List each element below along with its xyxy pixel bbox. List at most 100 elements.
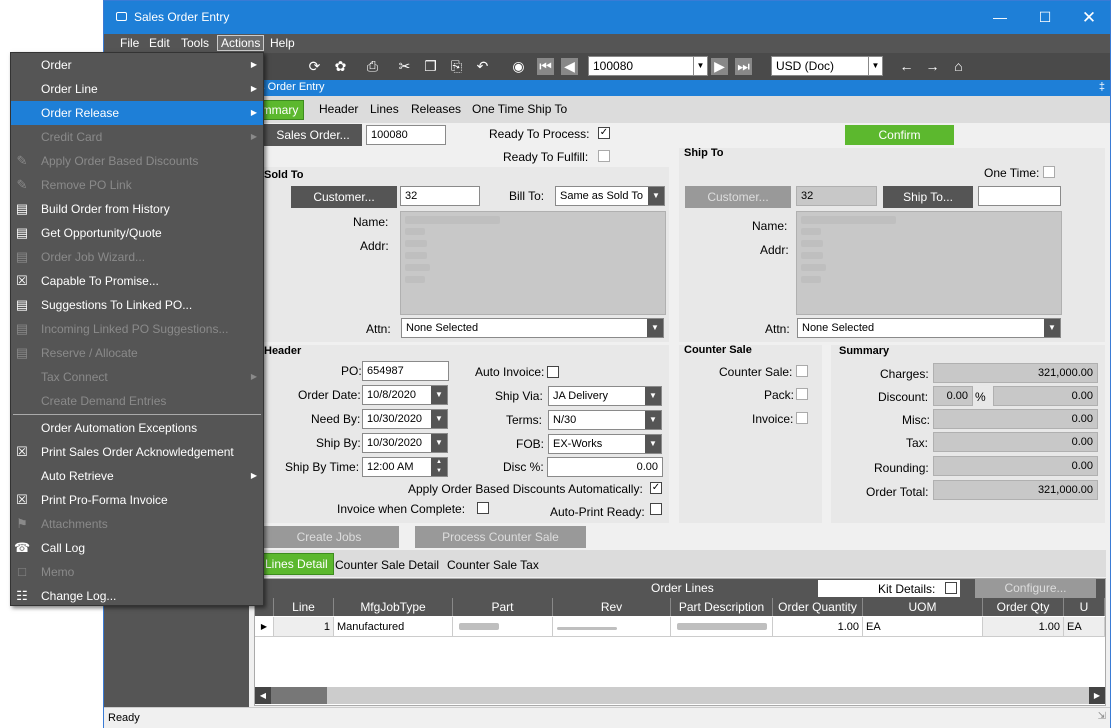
sold-to-customer-button[interactable]: Customer...	[291, 186, 397, 208]
forward-icon[interactable]: →	[924, 58, 941, 75]
fob-combo[interactable]: EX-Works ▼	[548, 434, 662, 454]
menu-item-order-line[interactable]: Order Line ▶	[11, 77, 263, 101]
chevron-down-icon[interactable]: ▼	[648, 187, 664, 205]
menu-item-print-sales-order-acknowledgement[interactable]: ☒ Print Sales Order Acknowledgement	[11, 440, 263, 464]
chevron-down-icon[interactable]: ▼	[645, 435, 661, 453]
resize-grip-icon[interactable]: ⇲	[1098, 711, 1106, 722]
cut-icon[interactable]: ✂	[396, 58, 413, 75]
disc-field[interactable]: 0.00	[547, 457, 663, 477]
tab-header[interactable]: Header	[319, 102, 358, 116]
auto-print-checkbox[interactable]	[650, 503, 662, 515]
clear-icon[interactable]: ✿	[332, 58, 349, 75]
bill-to-combo[interactable]: Same as Sold To ▼	[555, 186, 665, 206]
ship-to-field[interactable]	[978, 186, 1061, 206]
print-icon[interactable]: ⎙	[364, 58, 381, 75]
tab-counter-sale-tax[interactable]: Counter Sale Tax	[447, 558, 539, 572]
menu-item-get-opportunity-quote[interactable]: ▤ Get Opportunity/Quote	[11, 221, 263, 245]
auto-invoice-checkbox[interactable]	[547, 366, 559, 378]
menu-actions[interactable]: Actions	[217, 35, 265, 51]
menu-item-call-log[interactable]: ☎ Call Log	[11, 536, 263, 560]
menu-item-suggestions-to-linked-po[interactable]: ▤ Suggestions To Linked PO...	[11, 293, 263, 317]
configure-button[interactable]: Configure...	[975, 579, 1096, 598]
ship-by-field[interactable]: 10/30/2020 ▼	[362, 433, 448, 453]
refresh-icon[interactable]: ⟳	[306, 58, 323, 75]
menu-item-order-job-wizard[interactable]: ▤ Order Job Wizard...	[11, 245, 263, 269]
menu-item-order-release[interactable]: Order Release ▶	[11, 101, 263, 125]
menu-item-remove-po-link[interactable]: ✎ Remove PO Link	[11, 173, 263, 197]
chevron-down-icon[interactable]: ▼	[647, 319, 663, 337]
chevron-down-icon[interactable]: ▼	[645, 387, 661, 405]
po-field[interactable]: 654987	[362, 361, 449, 381]
menu-tools[interactable]: Tools	[181, 36, 209, 50]
menu-item-reserve-allocate[interactable]: ▤ Reserve / Allocate	[11, 341, 263, 365]
terms-combo[interactable]: N/30 ▼	[548, 410, 662, 430]
first-record-icon[interactable]: ⏮	[537, 58, 554, 75]
order-number-combo[interactable]: 100080 ▼	[588, 56, 708, 76]
scroll-thumb[interactable]	[271, 687, 327, 704]
col-order-quantity[interactable]: Order Quantity	[773, 598, 863, 616]
chevron-down-icon[interactable]: ▼	[1044, 319, 1060, 337]
col-line[interactable]: Line	[274, 598, 334, 616]
sales-order-button[interactable]: Sales Order...	[264, 124, 362, 146]
paste-icon[interactable]: ⎘	[448, 58, 465, 75]
create-jobs-button[interactable]: Create Jobs	[259, 526, 399, 548]
close-icon[interactable]: ✕	[1066, 1, 1111, 34]
currency-combo[interactable]: USD (Doc) ▼	[771, 56, 883, 76]
ship-to-button[interactable]: Ship To...	[883, 186, 973, 208]
col-mfgjobtype[interactable]: MfgJobType	[334, 598, 453, 616]
ship-via-combo[interactable]: JA Delivery ▼	[548, 386, 662, 406]
ready-to-process-checkbox[interactable]: ✓	[598, 127, 610, 139]
col-uom[interactable]: UOM	[863, 598, 983, 616]
cell-u[interactable]: EA	[1064, 617, 1105, 637]
menu-item-build-order-from-history[interactable]: ▤ Build Order from History	[11, 197, 263, 221]
ready-to-fulfill-checkbox[interactable]	[598, 150, 610, 162]
confirm-button[interactable]: Confirm	[845, 125, 954, 145]
ship-to-attn-combo[interactable]: None Selected ▼	[797, 318, 1061, 338]
chevron-down-icon[interactable]: ▼	[431, 410, 447, 428]
menu-item-change-log[interactable]: ☷ Change Log...	[11, 584, 263, 608]
back-icon[interactable]: ←	[898, 58, 915, 75]
order-date-field[interactable]: 10/8/2020 ▼	[362, 385, 448, 405]
need-by-field[interactable]: 10/30/2020 ▼	[362, 409, 448, 429]
chevron-down-icon[interactable]: ▼	[868, 57, 882, 75]
col-order-qty[interactable]: Order Qty	[983, 598, 1064, 616]
cell-part[interactable]	[453, 617, 553, 637]
col-u[interactable]: U	[1064, 598, 1105, 616]
scroll-left-icon[interactable]: ◀	[255, 687, 271, 704]
apply-discounts-checkbox[interactable]: ✓	[650, 482, 662, 494]
menu-item-apply-order-based-discounts[interactable]: ✎ Apply Order Based Discounts	[11, 149, 263, 173]
minimize-icon[interactable]: —	[977, 1, 1023, 34]
invoice-checkbox[interactable]	[796, 412, 808, 424]
copy-icon[interactable]: ❐	[422, 58, 439, 75]
process-counter-sale-button[interactable]: Process Counter Sale	[415, 526, 586, 548]
menu-item-auto-retrieve[interactable]: Auto Retrieve ▶	[11, 464, 263, 488]
cell-uom[interactable]: EA	[863, 617, 983, 637]
next-record-icon[interactable]: ▶	[711, 58, 728, 75]
previous-record-icon[interactable]: ◀	[561, 58, 578, 75]
chevron-down-icon[interactable]: ▼	[693, 57, 707, 75]
cell-mfgjobtype[interactable]: Manufactured	[334, 617, 453, 637]
menu-item-order[interactable]: Order ▶	[11, 53, 263, 77]
col-part-description[interactable]: Part Description	[671, 598, 773, 616]
sold-to-customer-field[interactable]: 32	[400, 186, 480, 206]
menu-edit[interactable]: Edit	[149, 36, 170, 50]
sales-order-field[interactable]: 100080	[366, 125, 446, 145]
horizontal-scrollbar[interactable]: ◀ ▶	[255, 687, 1105, 704]
menu-item-credit-card[interactable]: Credit Card ▶	[11, 125, 263, 149]
menu-item-tax-connect[interactable]: Tax Connect ▶	[11, 365, 263, 389]
tab-releases[interactable]: Releases	[411, 102, 461, 116]
cell-part-description[interactable]	[671, 617, 773, 637]
cell-line[interactable]: 1	[274, 617, 334, 637]
undo-icon[interactable]: ↶	[474, 58, 491, 75]
menu-item-incoming-linked-po-suggestions[interactable]: ▤ Incoming Linked PO Suggestions...	[11, 317, 263, 341]
menu-item-attachments[interactable]: ⚑ Attachments	[11, 512, 263, 536]
menu-file[interactable]: File	[120, 36, 139, 50]
tab-lines[interactable]: Lines	[370, 102, 399, 116]
maximize-icon[interactable]: ☐	[1022, 1, 1068, 34]
chevron-down-icon[interactable]: ▼	[431, 434, 447, 452]
menu-item-order-automation-exceptions[interactable]: Order Automation Exceptions	[11, 416, 263, 440]
counter-sale-checkbox[interactable]	[796, 365, 808, 377]
menu-item-create-demand-entries[interactable]: Create Demand Entries	[11, 389, 263, 413]
binoculars-icon[interactable]: ◉	[510, 58, 527, 75]
tab-one-time-ship-to[interactable]: One Time Ship To	[472, 102, 567, 116]
